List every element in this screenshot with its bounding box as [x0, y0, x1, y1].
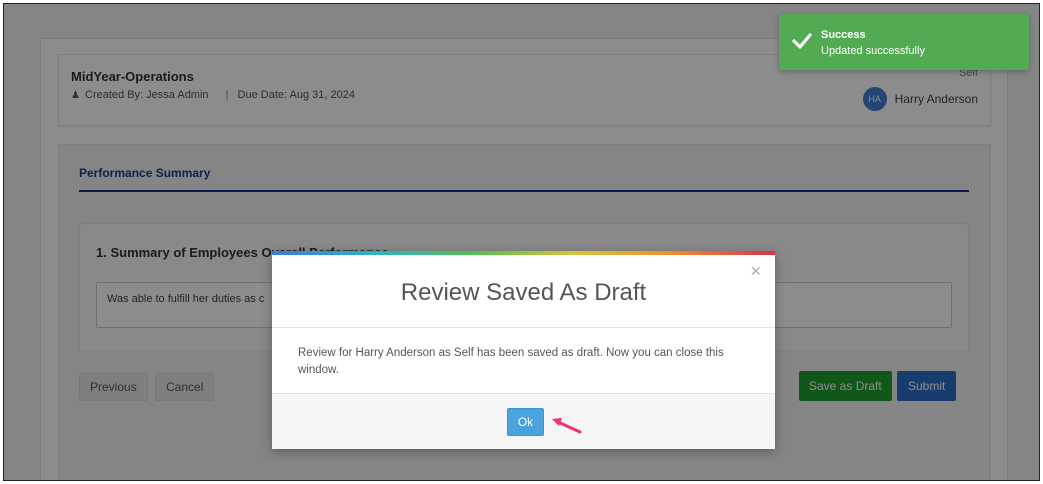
- dialog-message: Review for Harry Anderson as Self has be…: [298, 347, 724, 376]
- toast-title: Success: [821, 29, 866, 41]
- ok-button[interactable]: Ok: [507, 408, 544, 436]
- app-frame: MidYear-Operations ♟ Created By: Jessa A…: [3, 3, 1040, 481]
- dialog-accent-bar: [272, 251, 775, 255]
- dialog-divider: [272, 327, 775, 328]
- dialog-title: Review Saved As Draft: [400, 279, 647, 306]
- dialog-footer: Ok: [272, 393, 775, 449]
- draft-saved-dialog: × Review Saved As Draft Review for Harry…: [272, 251, 775, 449]
- check-icon: [792, 33, 812, 49]
- success-toast[interactable]: Success Updated successfully: [779, 14, 1029, 70]
- pointer-arrow-icon: [552, 418, 582, 434]
- toast-message: Updated successfully: [821, 45, 925, 57]
